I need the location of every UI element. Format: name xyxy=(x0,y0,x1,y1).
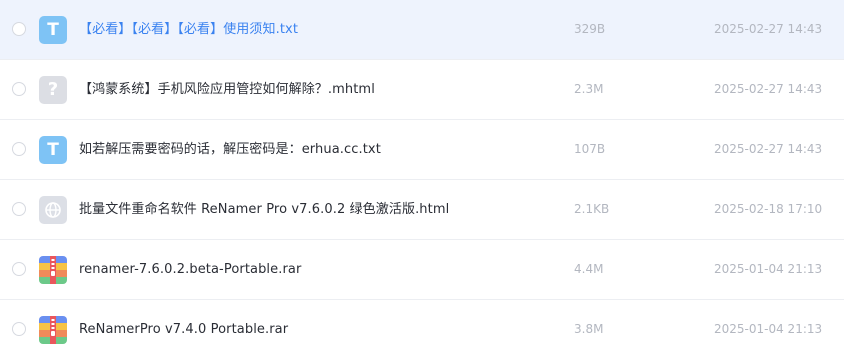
file-name[interactable]: 如若解压需要密码的话，解压密码是：erhua.cc.txt xyxy=(79,120,381,179)
file-list: T 【必看】【必看】【必看】使用须知.txt 329B 2025-02-27 1… xyxy=(0,0,844,360)
txt-file-icon: T xyxy=(39,136,67,164)
file-size: 329B xyxy=(574,22,606,36)
file-size: 2.1KB xyxy=(574,202,610,216)
row-checkbox[interactable] xyxy=(12,22,26,36)
file-row[interactable]: 批量文件重命名软件 ReNamer Pro v7.6.0.2 绿色激活版.htm… xyxy=(0,180,844,240)
file-name[interactable]: 【必看】【必看】【必看】使用须知.txt xyxy=(79,0,298,59)
zip-archive-icon xyxy=(39,316,67,344)
unknown-file-icon: ? xyxy=(39,76,67,104)
zip-archive-icon xyxy=(39,256,67,284)
archive-file-icon xyxy=(39,256,67,284)
file-size: 107B xyxy=(574,142,606,156)
row-checkbox[interactable] xyxy=(12,202,26,216)
archive-file-icon xyxy=(39,316,67,344)
row-checkbox[interactable] xyxy=(12,262,26,276)
file-row[interactable]: ? 【鸿蒙系统】手机风险应用管控如何解除？.mhtml 2.3M 2025-02… xyxy=(0,60,844,120)
file-row[interactable]: T 【必看】【必看】【必看】使用须知.txt 329B 2025-02-27 1… xyxy=(0,0,844,60)
file-date: 2025-02-27 14:43 xyxy=(714,22,823,36)
file-size: 4.4M xyxy=(574,262,604,276)
file-date: 2025-02-27 14:43 xyxy=(714,142,823,156)
row-checkbox[interactable] xyxy=(12,82,26,96)
row-checkbox[interactable] xyxy=(12,322,26,336)
txt-file-icon-glyph: T xyxy=(47,139,59,160)
txt-file-icon: T xyxy=(39,16,67,44)
file-name[interactable]: 【鸿蒙系统】手机风险应用管控如何解除？.mhtml xyxy=(79,60,375,119)
file-date: 2025-02-27 14:43 xyxy=(714,82,823,96)
file-name[interactable]: ReNamerPro v7.4.0 Portable.rar xyxy=(79,300,288,359)
web-file-icon xyxy=(39,196,67,224)
row-checkbox[interactable] xyxy=(12,142,26,156)
file-row[interactable]: renamer-7.6.0.2.beta-Portable.rar 4.4M 2… xyxy=(0,240,844,300)
file-date: 2025-02-18 17:10 xyxy=(714,202,823,216)
file-row[interactable]: T 如若解压需要密码的话，解压密码是：erhua.cc.txt 107B 202… xyxy=(0,120,844,180)
file-date: 2025-01-04 21:13 xyxy=(714,262,823,276)
file-size: 2.3M xyxy=(574,82,604,96)
file-name[interactable]: renamer-7.6.0.2.beta-Portable.rar xyxy=(79,240,301,299)
file-name[interactable]: 批量文件重命名软件 ReNamer Pro v7.6.0.2 绿色激活版.htm… xyxy=(79,180,449,239)
txt-file-icon-glyph: T xyxy=(47,19,59,40)
unknown-file-icon-glyph: ? xyxy=(47,79,59,100)
file-date: 2025-01-04 21:13 xyxy=(714,322,823,336)
globe-icon xyxy=(45,202,61,218)
file-row[interactable]: ReNamerPro v7.4.0 Portable.rar 3.8M 2025… xyxy=(0,300,844,360)
file-size: 3.8M xyxy=(574,322,604,336)
